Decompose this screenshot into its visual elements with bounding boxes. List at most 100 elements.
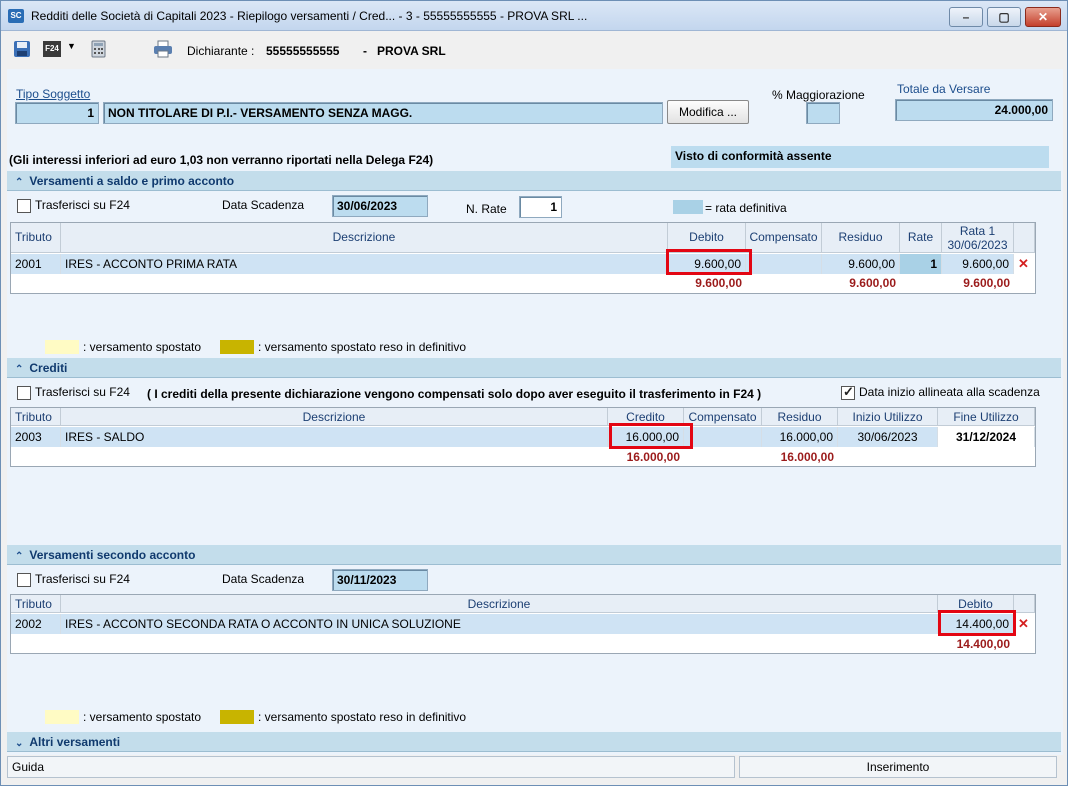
section-saldo-header[interactable]: ⌃ Versamenti a saldo e primo acconto (7, 171, 1061, 191)
f24-dropdown-icon[interactable]: ▼ (67, 41, 76, 51)
section-altri-versamenti-title: Altri versamenti (29, 735, 121, 749)
tipo-soggetto-link[interactable]: Tipo Soggetto (16, 87, 90, 101)
app-icon: SC (8, 9, 24, 23)
trasferisci-f24-checkbox-2[interactable] (17, 386, 31, 400)
status-bar: Guida Inserimento (7, 756, 1061, 780)
delete-row-icon[interactable]: ✕ (1018, 616, 1029, 632)
versamenti-saldo-table: Tributo Descrizione Debito Compensato Re… (10, 222, 1036, 294)
f24-icon[interactable]: F24 (43, 41, 61, 57)
legend-definitivo-swatch-3 (220, 710, 254, 724)
dichiarante-label: Dichiarante : (187, 44, 255, 58)
collapse-chevron-icon[interactable]: ⌃ (15, 177, 23, 188)
trasferisci-f24-label-1: Trasferisci su F24 (35, 198, 130, 212)
cell-tributo: 2001 (11, 254, 61, 274)
legend-definitivo-swatch-1 (220, 340, 254, 354)
section-altri-versamenti-header[interactable]: ⌄ Altri versamenti (7, 732, 1061, 752)
col-descrizione[interactable]: Descrizione (61, 408, 608, 426)
toolbar: F24 ▼ Dichiarante : 55555555555 - PROVA … (1, 32, 1067, 68)
section-secondo-acconto-header[interactable]: ⌃ Versamenti secondo acconto (7, 545, 1061, 565)
cell-inizio-utilizzo: 30/06/2023 (838, 427, 938, 447)
section-crediti-header[interactable]: ⌃ Crediti (7, 358, 1061, 378)
status-mode: Inserimento (739, 756, 1057, 778)
total-credito: 16.000,00 (626, 450, 680, 464)
delete-row-icon[interactable]: ✕ (1018, 256, 1029, 272)
close-button[interactable]: ✕ (1025, 7, 1061, 27)
col-compensato[interactable]: Compensato (746, 223, 822, 253)
n-rate-field[interactable]: 1 (519, 196, 562, 218)
cell-residuo: 9.600,00 (822, 254, 900, 274)
dichiarante-separator: - (363, 44, 367, 58)
cell-descrizione: IRES - ACCONTO SECONDA RATA O ACCONTO IN… (61, 614, 938, 634)
cell-compensato[interactable] (746, 254, 822, 274)
secondo-acconto-table: Tributo Descrizione Debito 2002 IRES - A… (10, 594, 1036, 654)
tipo-soggetto-code-field[interactable]: 1 (15, 102, 99, 124)
totale-field: 24.000,00 (895, 99, 1053, 121)
col-rate[interactable]: Rate (900, 223, 942, 253)
status-guida: Guida (7, 756, 735, 778)
col-descrizione[interactable]: Descrizione (61, 223, 668, 253)
cell-rate[interactable]: 1 (900, 254, 942, 274)
col-tributo[interactable]: Tributo (11, 408, 61, 426)
highlight-credito-box (609, 423, 693, 449)
data-inizio-allineata-checkbox[interactable] (841, 384, 855, 400)
col-inizio-utilizzo[interactable]: Inizio Utilizzo (838, 408, 938, 426)
col-tributo[interactable]: Tributo (11, 595, 61, 613)
total-debito: 14.400,00 (956, 637, 1010, 651)
tipo-soggetto-desc-field: NON TITOLARE DI P.I.- VERSAMENTO SENZA M… (103, 102, 663, 124)
data-inizio-allineata-label: Data inizio allineata alla scadenza (859, 385, 1040, 399)
calculator-icon[interactable] (91, 40, 107, 58)
legend-spostato-swatch-3 (45, 710, 79, 724)
col-actions (1014, 223, 1035, 253)
highlight-debito-box (666, 249, 752, 275)
data-scadenza-field-1[interactable]: 30/06/2023 (332, 195, 428, 217)
trasferisci-f24-checkbox-3[interactable] (17, 573, 31, 587)
col-tributo[interactable]: Tributo (11, 223, 61, 253)
legend-spostato-swatch-1 (45, 340, 79, 354)
col-fine-utilizzo[interactable]: Fine Utilizzo (938, 408, 1035, 426)
maximize-button[interactable]: ▢ (987, 7, 1021, 27)
data-scadenza-label-1: Data Scadenza (222, 198, 305, 212)
crediti-note: ( I crediti della presente dichiarazione… (147, 387, 762, 401)
total-residuo: 9.600,00 (849, 276, 896, 290)
dichiarante-name: PROVA SRL (377, 44, 446, 58)
cell-fine-utilizzo[interactable]: 31/12/2024 (938, 427, 1035, 447)
collapse-chevron-icon[interactable]: ⌃ (15, 364, 23, 375)
rata-definitiva-label: = rata definitiva (705, 201, 787, 215)
highlight-debito-box (938, 610, 1016, 636)
legend-definitivo-label-1: : versamento spostato reso in definitivo (258, 340, 467, 354)
cell-rata1[interactable]: 9.600,00 (942, 254, 1014, 274)
cell-tributo: 2002 (11, 614, 61, 634)
expand-chevron-icon[interactable]: ⌄ (15, 738, 23, 749)
title-bar[interactable]: SC Redditi delle Società di Capitali 202… (1, 1, 1067, 31)
col-compensato[interactable]: Compensato (684, 408, 762, 426)
collapse-chevron-icon[interactable]: ⌃ (15, 551, 23, 562)
col-residuo[interactable]: Residuo (822, 223, 900, 253)
col-descrizione[interactable]: Descrizione (61, 595, 938, 613)
data-scadenza-field-3[interactable]: 30/11/2023 (332, 569, 428, 591)
minimize-button[interactable]: – (949, 7, 983, 27)
trasferisci-f24-checkbox-1[interactable] (17, 199, 31, 213)
section-saldo-title: Versamenti a saldo e primo acconto (29, 174, 235, 188)
cell-descrizione: IRES - SALDO (61, 427, 608, 447)
total-residuo: 16.000,00 (780, 450, 834, 464)
rata-definitiva-swatch (673, 200, 703, 214)
col-residuo[interactable]: Residuo (762, 408, 838, 426)
interessi-note: (Gli interessi inferiori ad euro 1,03 no… (9, 153, 434, 167)
n-rate-label: N. Rate (466, 202, 507, 216)
cell-residuo: 16.000,00 (762, 427, 838, 447)
modifica-button[interactable]: Modifica ... (667, 100, 749, 124)
legend-spostato-label-1: : versamento spostato (83, 340, 202, 354)
print-icon[interactable] (153, 40, 173, 58)
trasferisci-f24-label-3: Trasferisci su F24 (35, 572, 130, 586)
cell-compensato[interactable] (684, 427, 762, 447)
legend-definitivo-label-3: : versamento spostato reso in definitivo (258, 710, 467, 724)
totale-label: Totale da Versare (897, 82, 991, 96)
cell-tributo: 2003 (11, 427, 61, 447)
window-title: Redditi delle Società di Capitali 2023 -… (31, 9, 588, 23)
col-rata1[interactable]: Rata 1 30/06/2023 (942, 223, 1014, 253)
save-icon[interactable] (13, 40, 31, 58)
section-secondo-acconto-title: Versamenti secondo acconto (29, 548, 196, 562)
crediti-table: Tributo Descrizione Credito Compensato R… (10, 407, 1036, 467)
maggiorazione-field[interactable] (806, 102, 840, 124)
visto-conformita-box: Visto di conformità assente (671, 146, 1049, 168)
